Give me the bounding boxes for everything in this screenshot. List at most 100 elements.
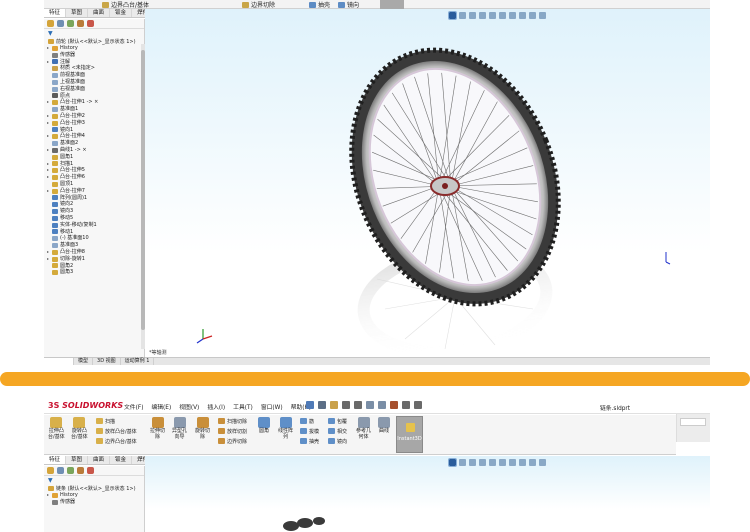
bottom-tab-1[interactable]: 3D 视图 — [93, 358, 121, 365]
expand-arrow-icon[interactable]: ▸ — [46, 161, 50, 168]
tree-item[interactable]: 前视基准面 — [46, 72, 144, 79]
tree-scrollbar[interactable] — [141, 44, 145, 349]
display-manager-tab-icon[interactable] — [87, 20, 94, 27]
rebuild-icon[interactable] — [390, 401, 398, 409]
property-manager-tab-icon[interactable] — [57, 20, 64, 27]
tree-item[interactable]: 传感器 — [46, 52, 144, 59]
tree-item[interactable]: ▸ 凸台-拉伸3 — [46, 120, 144, 127]
menu-item-5[interactable]: 窗口(W) — [261, 402, 283, 411]
tree-item[interactable]: 传感器 — [46, 499, 144, 506]
section-view-icon[interactable] — [479, 458, 486, 466]
expand-arrow-icon[interactable]: ▸ — [46, 133, 50, 140]
apply-scene-icon[interactable] — [529, 458, 536, 466]
shell-button[interactable]: 抽壳 — [300, 437, 319, 445]
dimxpert-tab-icon[interactable] — [77, 20, 84, 27]
lofted-cut-button[interactable]: 放样切割 — [218, 427, 247, 435]
tree-item[interactable]: 圆顶1 — [46, 181, 144, 188]
tab-2[interactable]: 曲面 — [88, 456, 111, 464]
tree-item[interactable]: 圆角1 — [46, 154, 144, 161]
instant3d-button-partial[interactable] — [380, 0, 404, 9]
swept-cut-button[interactable]: 扫描切除 — [218, 417, 247, 425]
boundary-cut-command[interactable]: 边界切除 — [242, 0, 275, 9]
expand-arrow-icon[interactable]: ▸ — [46, 59, 50, 66]
expand-arrow-icon[interactable]: ▸ — [46, 120, 50, 127]
tab-1[interactable]: 草图 — [66, 456, 89, 464]
tree-item[interactable]: ▸ 凸台-拉伸7 — [46, 188, 144, 195]
curves-button[interactable]: 曲线 — [378, 417, 390, 435]
expand-arrow-icon[interactable]: ▸ — [46, 188, 50, 195]
search-input[interactable] — [680, 418, 706, 426]
configuration-manager-tab-icon[interactable] — [67, 20, 74, 27]
expand-arrow-icon[interactable]: ▸ — [46, 147, 50, 154]
file-properties-icon[interactable] — [402, 401, 410, 409]
feature-tree-tab-icon[interactable] — [47, 467, 54, 474]
instant3d-button[interactable]: Instant3D — [396, 416, 423, 453]
tree-item[interactable]: ▸ 凸台-拉伸8 — [46, 249, 144, 256]
tree-item[interactable]: ▸ 凸台-拉伸6 — [46, 174, 144, 181]
display-manager-tab-icon[interactable] — [87, 467, 94, 474]
tree-scrollbar-thumb[interactable] — [141, 50, 145, 330]
tree-item[interactable]: 基准面3 — [46, 242, 144, 249]
bottom-tab-blank[interactable] — [44, 358, 74, 365]
extrude-boss-button[interactable]: 拉伸凸 台/基体 — [48, 417, 65, 440]
revolve-boss-button[interactable]: 旋转凸 台/基体 — [71, 417, 88, 440]
expand-arrow-icon[interactable]: ▸ — [46, 113, 50, 120]
rib-button[interactable]: 筋 — [300, 417, 319, 425]
edit-appearance-icon[interactable] — [519, 458, 526, 466]
tree-item[interactable]: 上视基准面 — [46, 79, 144, 86]
zoom-to-fit-icon[interactable] — [448, 457, 457, 467]
feature-tree-tab-icon[interactable] — [47, 20, 54, 27]
configuration-manager-tab-icon[interactable] — [67, 467, 74, 474]
shell-command[interactable]: 抽壳 — [309, 0, 330, 9]
filter-icon[interactable]: ▼ — [48, 477, 53, 484]
boundary-boss-button[interactable]: 边界凸台/基体 — [96, 437, 137, 445]
tree-item[interactable]: 圆角3 — [46, 269, 144, 276]
fillet-button[interactable]: 圆角 — [258, 417, 270, 435]
tree-item[interactable]: 镜向3 — [46, 208, 144, 215]
filter-icon[interactable]: ▼ — [48, 30, 53, 37]
print-icon[interactable] — [354, 401, 362, 409]
dimxpert-tab-icon[interactable] — [77, 467, 84, 474]
expand-arrow-icon[interactable]: ▸ — [46, 492, 50, 499]
menu-item-0[interactable]: 文件(F) — [124, 402, 143, 411]
new-icon[interactable] — [318, 401, 326, 409]
loft-boss-button[interactable]: 放样凸台/基体 — [96, 427, 137, 435]
expand-arrow-icon[interactable]: ▸ — [46, 174, 50, 181]
hole-wizard-button[interactable]: 异型孔 向导 — [172, 417, 187, 440]
reference-geometry-button[interactable]: 参考几 何体 — [356, 417, 371, 440]
bottom-tab-0[interactable]: 模型 — [74, 358, 94, 365]
view-orientation-icon[interactable] — [489, 458, 496, 466]
tree-item[interactable]: 移动5 — [46, 215, 144, 222]
graphics-area[interactable]: *等轴测 — [145, 9, 710, 357]
expand-arrow-icon[interactable]: ▸ — [46, 167, 50, 174]
tab-0[interactable]: 特征 — [44, 9, 67, 17]
menu-item-2[interactable]: 视图(V) — [179, 402, 199, 411]
boundary-cut-button[interactable]: 边界切除 — [218, 437, 247, 445]
zoom-area-icon[interactable] — [459, 458, 466, 466]
tree-root[interactable]: 前轮 (默认<<默认>_显示状态 1>) — [44, 37, 144, 45]
view-settings-icon[interactable] — [539, 458, 546, 466]
undo-icon[interactable] — [366, 401, 374, 409]
menu-item-3[interactable]: 插入(I) — [207, 402, 225, 411]
solidworks-logo[interactable]: 3S SOLIDWORKS — [48, 401, 123, 410]
expand-arrow-icon[interactable]: ▸ — [46, 256, 50, 263]
sweep-button[interactable]: 扫描 — [96, 417, 137, 425]
boundary-boss-command[interactable]: 边界凸台/基体 — [102, 0, 149, 9]
tree-item[interactable]: ▸ 凸台-拉伸2 — [46, 113, 144, 120]
expand-arrow-icon[interactable]: ▸ — [46, 45, 50, 52]
previous-view-icon[interactable] — [469, 458, 476, 466]
tab-3[interactable]: 钣金 — [110, 456, 133, 464]
menu-item-1[interactable]: 编辑(E) — [151, 402, 171, 411]
display-style-icon[interactable] — [499, 458, 506, 466]
hide-show-icon[interactable] — [509, 458, 516, 466]
expand-arrow-icon[interactable]: ▸ — [46, 99, 50, 106]
bottom-tab-2[interactable]: 运动算例 1 — [121, 358, 155, 365]
bicycle-wheel-model[interactable] — [145, 9, 710, 357]
tab-1[interactable]: 草图 — [66, 9, 89, 17]
tree-root-2[interactable]: 链条 (默认<<默认>_显示状态 1>) — [44, 484, 144, 492]
options-icon[interactable] — [414, 401, 422, 409]
tree-item[interactable]: 基准面1 — [46, 106, 144, 113]
tab-3[interactable]: 钣金 — [110, 9, 133, 17]
tree-item[interactable]: 基准面2 — [46, 140, 144, 147]
mirror-command[interactable]: 镜向 — [338, 0, 359, 9]
